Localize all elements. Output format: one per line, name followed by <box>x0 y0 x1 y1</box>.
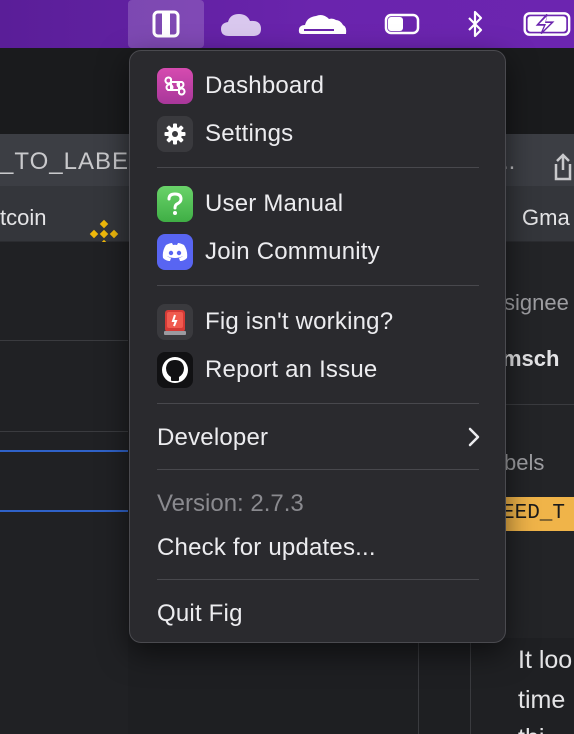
comment-text: thi <box>518 724 544 734</box>
comment-text: It loo <box>518 646 573 674</box>
menu-separator <box>157 167 479 168</box>
background-url-text: _TO_LABE <box>0 148 129 175</box>
menu-item-developer[interactable]: Developer <box>130 416 507 460</box>
divider <box>0 431 128 432</box>
progress-line <box>0 510 128 512</box>
menu-item-label: Report an Issue <box>205 356 378 383</box>
question-icon <box>157 186 193 222</box>
menu-item-settings[interactable]: Settings <box>130 112 507 156</box>
menu-item-user-manual[interactable]: User Manual <box>130 182 507 226</box>
fig-panel-icon[interactable] <box>128 0 204 48</box>
menu-item-label: Settings <box>205 120 294 147</box>
siren-icon <box>157 304 193 340</box>
menu-item-report-issue[interactable]: Report an Issue <box>130 348 507 392</box>
menu-item-join-community[interactable]: Join Community <box>130 230 507 274</box>
github-icon <box>157 352 193 388</box>
bluetooth-icon[interactable] <box>458 0 492 48</box>
menu-item-label: Fig isn't working? <box>205 308 394 335</box>
divider <box>504 404 574 405</box>
menu-item-quit[interactable]: Quit Fig <box>130 592 507 636</box>
menu-item-label: Quit Fig <box>157 600 243 627</box>
background-left-panel <box>0 242 128 734</box>
menu-item-check-updates[interactable]: Check for updates... <box>130 526 507 570</box>
discord-icon <box>157 234 193 270</box>
fig-dropdown-menu: Dashboard Settings User Manual Join Comm… <box>129 50 506 643</box>
comment-text: time <box>518 686 566 714</box>
command-icon <box>157 68 193 104</box>
menu-item-fig-not-working[interactable]: Fig isn't working? <box>130 300 507 344</box>
progress-line <box>0 450 128 452</box>
label-tag[interactable]: EED_T <box>496 497 574 531</box>
assignee-heading: signee <box>504 290 569 315</box>
toggle-icon[interactable] <box>378 0 426 48</box>
menu-item-label: Join Community <box>205 238 380 265</box>
menu-item-label: User Manual <box>205 190 344 217</box>
menu-separator <box>157 579 479 580</box>
menu-bar <box>0 0 574 48</box>
share-icon[interactable] <box>552 152 574 187</box>
menu-item-dashboard[interactable]: Dashboard <box>130 64 507 108</box>
battery-charging-icon[interactable] <box>516 0 574 48</box>
menu-item-label: Check for updates... <box>157 534 376 561</box>
gear-icon <box>157 116 193 152</box>
menu-separator <box>157 285 479 286</box>
menu-separator <box>157 469 479 470</box>
cloudflare-icon[interactable] <box>292 0 352 48</box>
onedrive-cloud-icon[interactable] <box>214 0 268 48</box>
bookmark-gmail[interactable]: Gma <box>522 205 570 231</box>
labels-heading: bels <box>504 450 545 475</box>
bookmark-bitcoin[interactable]: tcoin <box>0 205 46 231</box>
menu-separator <box>157 403 479 404</box>
divider <box>418 642 419 734</box>
menu-item-label: Developer <box>157 424 269 451</box>
assignee-name[interactable]: msch <box>502 346 559 372</box>
chevron-right-icon <box>467 425 481 454</box>
version-label: Version: 2.7.3 <box>157 490 304 517</box>
menu-item-label: Dashboard <box>205 72 325 99</box>
divider <box>0 340 128 341</box>
